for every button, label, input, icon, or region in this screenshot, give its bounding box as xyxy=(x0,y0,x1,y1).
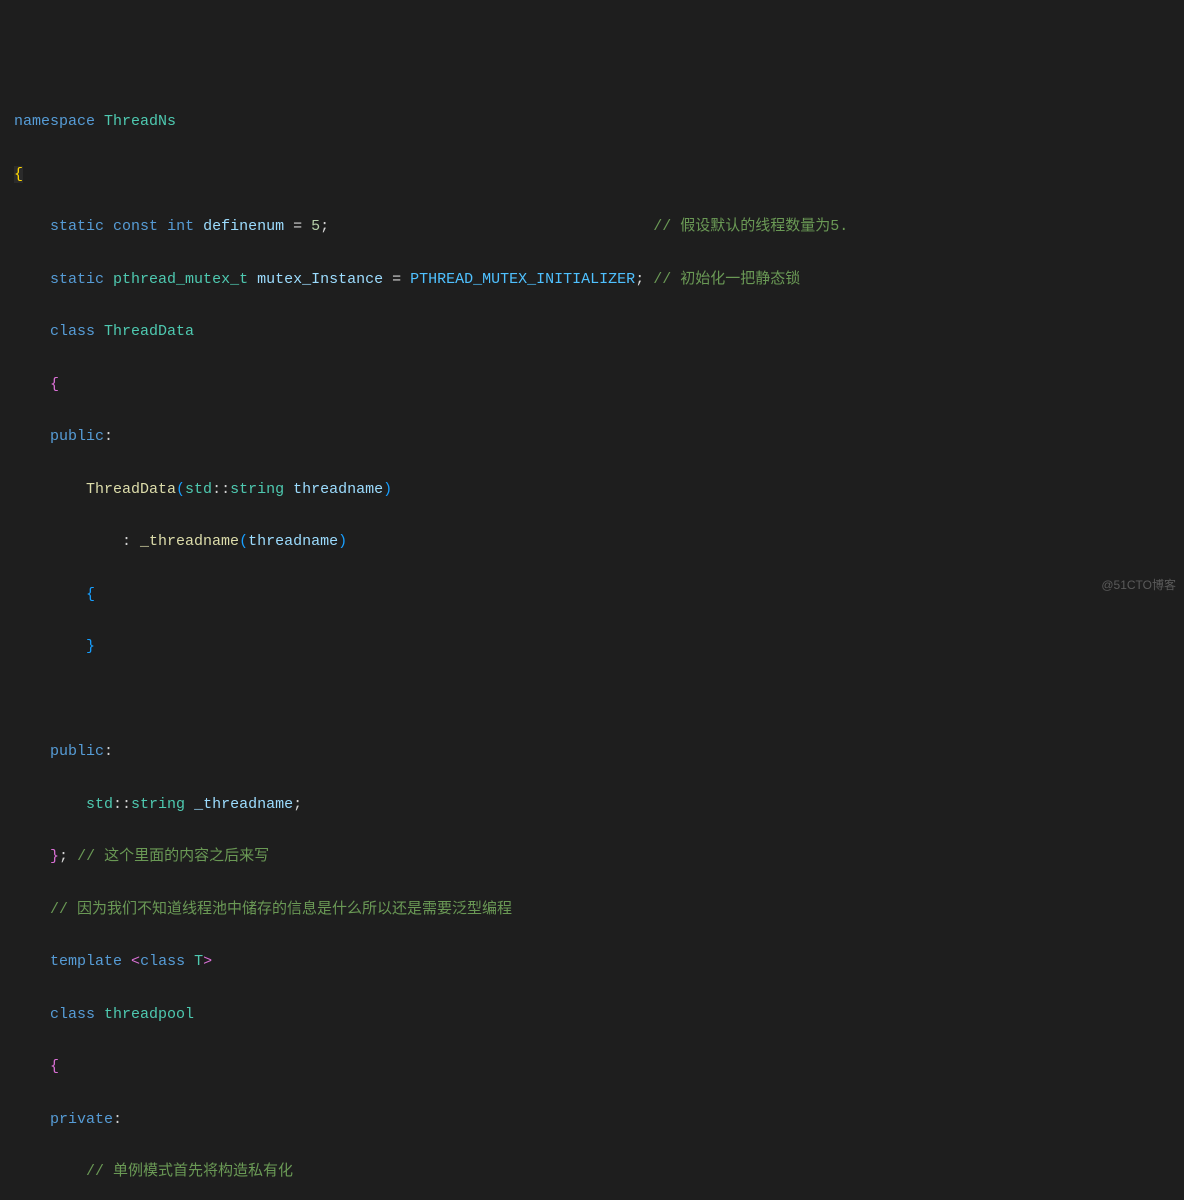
keyword-static: static xyxy=(50,271,104,288)
code-line[interactable]: ThreadData(std::string threadname) xyxy=(0,477,1184,503)
class-name: ThreadData xyxy=(104,323,194,340)
open-brace: { xyxy=(50,1058,59,1075)
variable: definenum xyxy=(203,218,284,235)
comment: // 这个里面的内容之后来写 xyxy=(77,848,269,865)
keyword-const: const xyxy=(113,218,158,235)
code-line[interactable]: } xyxy=(0,634,1184,660)
number: 5 xyxy=(311,218,320,235)
constant: PTHREAD_MUTEX_INITIALIZER xyxy=(410,271,635,288)
namespace-std: std xyxy=(185,481,212,498)
keyword-public: public xyxy=(50,428,104,445)
code-line[interactable]: public: xyxy=(0,424,1184,450)
member-variable: _threadname xyxy=(194,796,293,813)
keyword-class: class xyxy=(140,953,185,970)
angle-close: > xyxy=(203,953,212,970)
punct: ; xyxy=(320,218,329,235)
keyword-static: static xyxy=(50,218,104,235)
keyword-class: class xyxy=(50,1006,95,1023)
open-brace: { xyxy=(14,166,23,183)
namespace-name: ThreadNs xyxy=(104,113,176,130)
code-line[interactable]: template <class T> xyxy=(0,949,1184,975)
comment: // 单例模式首先将构造私有化 xyxy=(86,1163,293,1180)
code-line[interactable]: public: xyxy=(0,739,1184,765)
keyword-public: public xyxy=(50,743,104,760)
type: pthread_mutex_t xyxy=(113,271,248,288)
open-brace: { xyxy=(50,376,59,393)
punct: ; xyxy=(59,848,68,865)
code-line[interactable]: std::string _threadname; xyxy=(0,792,1184,818)
comment: // 因为我们不知道线程池中储存的信息是什么所以还是需要泛型编程 xyxy=(50,901,512,918)
open-paren: ( xyxy=(176,481,185,498)
code-line[interactable]: private: xyxy=(0,1107,1184,1133)
close-brace: } xyxy=(86,638,95,655)
angle-open: < xyxy=(131,953,140,970)
keyword-class: class xyxy=(50,323,95,340)
close-brace: } xyxy=(50,848,59,865)
punct: : xyxy=(104,428,113,445)
code-line[interactable] xyxy=(0,687,1184,713)
code-line[interactable]: { xyxy=(0,582,1184,608)
code-line[interactable]: { xyxy=(0,1054,1184,1080)
keyword-namespace: namespace xyxy=(14,113,95,130)
punct: : xyxy=(113,1111,122,1128)
comment: // 假设默认的线程数量为5. xyxy=(653,218,848,235)
punct: : xyxy=(122,533,140,550)
punct: :: xyxy=(212,481,230,498)
watermark: @51CTO博客 xyxy=(1101,575,1176,596)
constructor: ThreadData xyxy=(86,481,176,498)
punct: = xyxy=(284,218,311,235)
code-line[interactable]: // 单例模式首先将构造私有化 xyxy=(0,1159,1184,1185)
close-paren: ) xyxy=(338,533,347,550)
member-init: _threadname xyxy=(140,533,239,550)
code-line[interactable]: // 因为我们不知道线程池中储存的信息是什么所以还是需要泛型编程 xyxy=(0,897,1184,923)
namespace-std: std xyxy=(86,796,113,813)
punct: = xyxy=(383,271,410,288)
code-line[interactable]: }; // 这个里面的内容之后来写 xyxy=(0,844,1184,870)
parameter: threadname xyxy=(248,533,338,550)
code-line[interactable]: static pthread_mutex_t mutex_Instance = … xyxy=(0,267,1184,293)
parameter: threadname xyxy=(293,481,383,498)
keyword-template: template xyxy=(50,953,122,970)
variable: mutex_Instance xyxy=(257,271,383,288)
code-line[interactable]: : _threadname(threadname) xyxy=(0,529,1184,555)
code-line[interactable]: class threadpool xyxy=(0,1002,1184,1028)
code-line[interactable]: { xyxy=(0,162,1184,188)
type-int: int xyxy=(167,218,194,235)
class-name: threadpool xyxy=(104,1006,194,1023)
code-line[interactable]: static const int definenum = 5; // 假设默认的… xyxy=(0,214,1184,240)
punct: :: xyxy=(113,796,131,813)
comment: // 初始化一把静态锁 xyxy=(653,271,800,288)
template-param: T xyxy=(194,953,203,970)
punct: : xyxy=(104,743,113,760)
type-string: string xyxy=(230,481,284,498)
open-paren: ( xyxy=(239,533,248,550)
punct: ; xyxy=(635,271,644,288)
code-line[interactable]: { xyxy=(0,372,1184,398)
code-line[interactable]: class ThreadData xyxy=(0,319,1184,345)
keyword-private: private xyxy=(50,1111,113,1128)
punct: ; xyxy=(293,796,302,813)
type-string: string xyxy=(131,796,185,813)
code-line[interactable]: namespace ThreadNs xyxy=(0,109,1184,135)
close-paren: ) xyxy=(383,481,392,498)
